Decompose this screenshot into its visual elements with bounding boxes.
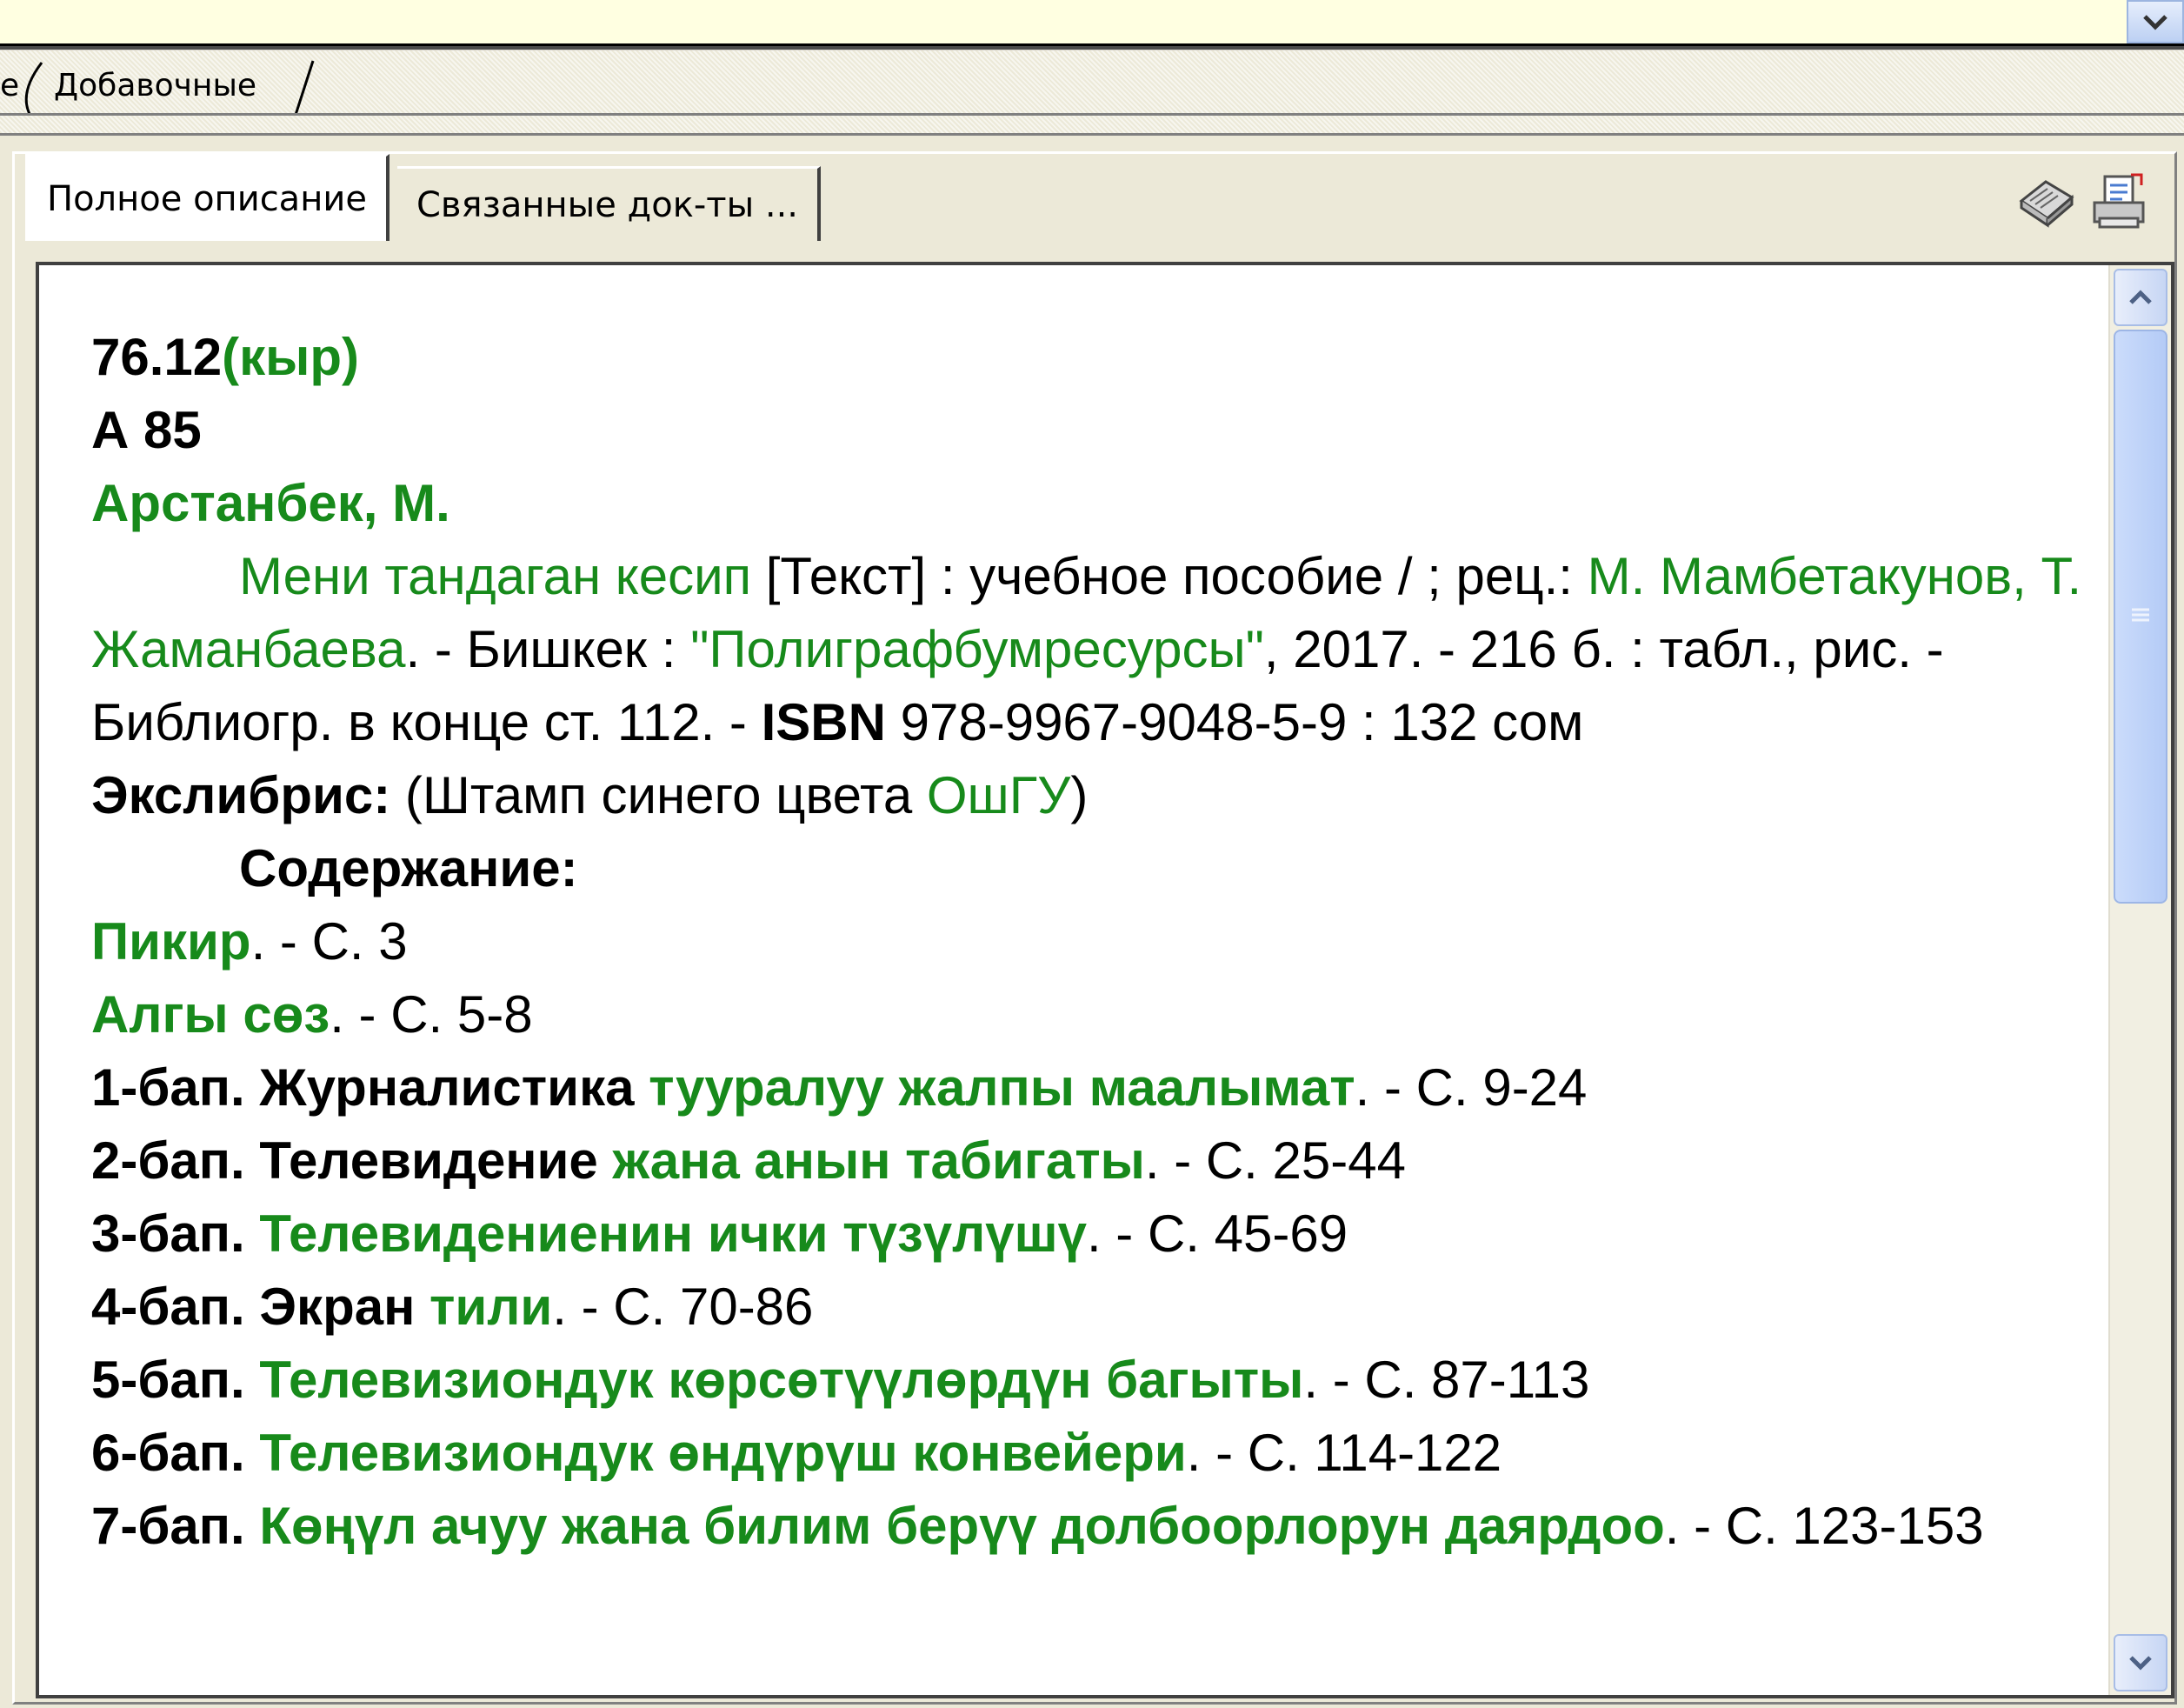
class-code: 76.12 xyxy=(91,328,223,386)
contents-link[interactable]: Телевизиондук көрсөтүүлөрдүн багыты xyxy=(259,1351,1303,1409)
contents-item: 2-бап. Телевидение жана анын табигаты. -… xyxy=(91,1131,1406,1190)
publisher-link[interactable]: "Полиграфбумресурсы" xyxy=(690,620,1264,678)
contents-item: Пикир. - С. 3 xyxy=(91,912,408,971)
contents-label: Содержание: xyxy=(239,839,578,897)
class-lang[interactable]: (кыр) xyxy=(222,328,359,386)
contents-link[interactable]: Пикир xyxy=(91,912,251,971)
vertical-scrollbar[interactable] xyxy=(2108,265,2171,1695)
panel-frame: Полное описание Связанные док-ты ... 76.… xyxy=(12,151,2177,1705)
contents-item: 3-бап. Телевидениенин ички түзүлүшү. - С… xyxy=(91,1204,1348,1263)
chevron-down-icon xyxy=(2143,15,2167,30)
contents-item: 6-бап. Телевизиондук өндүрүш конвейери. … xyxy=(91,1424,1502,1482)
author-mark: А 85 xyxy=(91,401,202,459)
contents-item: 4-бап. Экран тили. - С. 70-86 xyxy=(91,1278,814,1336)
grip-icon xyxy=(2132,608,2149,622)
top-info-strip xyxy=(0,0,2184,46)
tab-additional[interactable]: Добавочные xyxy=(54,59,256,111)
title-link[interactable]: Мени тандаган кесип xyxy=(239,547,751,605)
scroll-up-button[interactable] xyxy=(2114,269,2167,326)
contents-link[interactable]: тили xyxy=(429,1278,552,1336)
chevron-up-icon xyxy=(2129,290,2152,304)
tab-full-description[interactable]: Полное описание xyxy=(25,154,390,241)
author-link[interactable]: Арстанбек, М. xyxy=(91,467,2082,540)
dropdown-arrow-button[interactable] xyxy=(2127,0,2184,43)
separator xyxy=(0,46,2184,50)
document-panel: Полное описание Связанные док-ты ... 76.… xyxy=(0,136,2184,1708)
exlibris-label: Экслибрис: xyxy=(91,766,391,824)
exlibris-org-link[interactable]: ОшГУ xyxy=(927,766,1070,824)
print-preview-icon[interactable] xyxy=(2087,171,2148,232)
chevron-down-icon xyxy=(2129,1656,2152,1671)
isbn-label: ISBN xyxy=(761,693,886,751)
contents-link[interactable]: Көңүл ачуу жана билим берүү долбоорлорун… xyxy=(259,1497,1664,1555)
contents-item: Алгы сөз. - С. 5-8 xyxy=(91,985,533,1044)
exlibris-line: Экслибрис: (Штамп синего цвета ОшГУ) xyxy=(91,766,1089,824)
contents-item: 1-бап. Журналистика тууралуу жалпы маалы… xyxy=(91,1058,1588,1117)
scroll-down-button[interactable] xyxy=(2114,1634,2167,1691)
full-description-content[interactable]: 76.12(кыр) А 85 Арстанбек, М. Мени танда… xyxy=(36,262,2174,1698)
contents-item: 7-бап. Көңүл ачуу жана билим берүү долбо… xyxy=(91,1497,1984,1555)
contents-link[interactable]: жана анын табигаты xyxy=(612,1131,1144,1190)
contents-link[interactable]: Телевизиондук өндүрүш конвейери xyxy=(259,1424,1186,1482)
description-paragraph: Мени тандаган кесип [Текст] : учебное по… xyxy=(91,547,2082,751)
contents-item: 5-бап. Телевизиондук көрсөтүүлөрдүн багы… xyxy=(91,1351,1590,1409)
contents-link[interactable]: Телевидениенин ички түзүлүшү xyxy=(259,1204,1087,1263)
book-icon[interactable] xyxy=(2016,171,2077,232)
isbn-value: 978-9967-9048-5-9 : 132 сом xyxy=(885,693,1584,751)
tab-related-docs[interactable]: Связанные док-ты ... xyxy=(397,166,822,241)
contents-link[interactable]: Алгы сөз xyxy=(91,985,330,1044)
divider xyxy=(0,113,2184,116)
upper-tab-row: е Добавочные xyxy=(0,50,2184,136)
tab-separator-icon xyxy=(294,60,315,116)
bibliographic-record: 76.12(кыр) А 85 Арстанбек, М. Мени танда… xyxy=(91,321,2082,1563)
contents-link[interactable]: тууралуу жалпы маалымат xyxy=(649,1058,1355,1117)
class-code-line: 76.12(кыр) xyxy=(91,321,2082,394)
scroll-thumb[interactable] xyxy=(2114,330,2167,904)
